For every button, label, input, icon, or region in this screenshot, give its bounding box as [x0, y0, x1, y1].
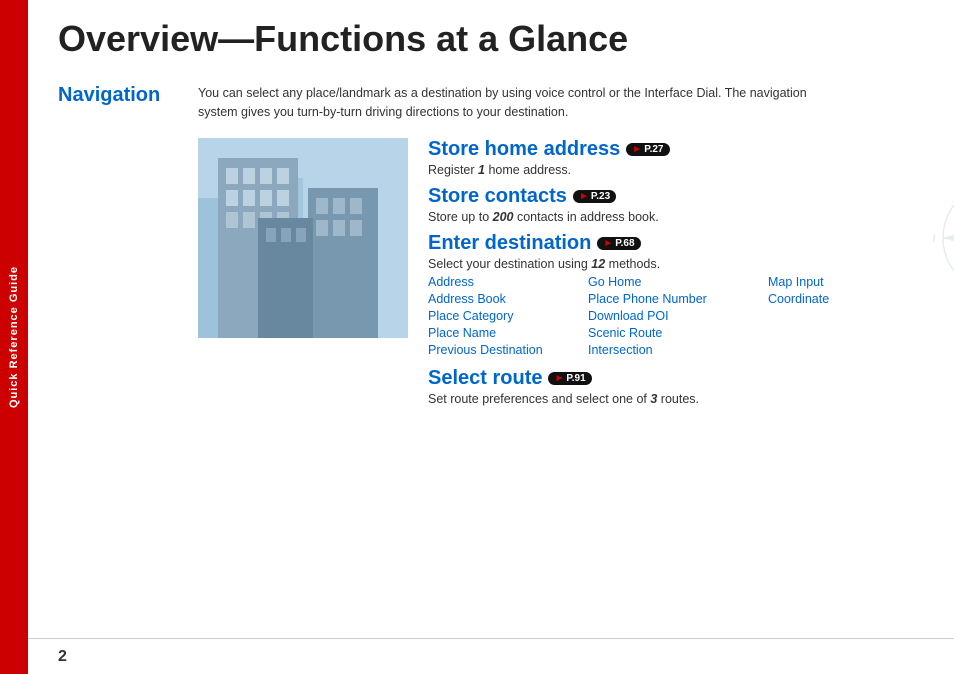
navigation-label: Navigation	[58, 84, 188, 107]
method-place-category[interactable]: Place Category	[428, 309, 588, 323]
method-map-input[interactable]: Map Input	[768, 275, 908, 289]
store-contacts-badge: ► P.23	[573, 190, 616, 203]
select-route-badge: ► P.91	[548, 372, 591, 385]
building-image	[198, 138, 408, 338]
enter-destination-title: Enter destination ► P.68	[428, 232, 908, 255]
enter-destination-badge: ► P.68	[597, 237, 640, 250]
page-footer: 2	[28, 638, 954, 674]
store-home-block: Store home address ► P.27 Register 1 hom…	[428, 138, 908, 177]
main-right-content: You can select any place/landmark as a d…	[188, 70, 954, 638]
method-intersection[interactable]: Intersection	[588, 343, 768, 357]
methods-grid: Address Go Home Map Input Address Book P…	[428, 275, 908, 357]
section-label-col: Navigation	[58, 70, 188, 638]
store-home-badge: ► P.27	[626, 143, 669, 156]
select-route-block: Select route ► P.91 Set route preference…	[428, 367, 908, 406]
method-address[interactable]: Address	[428, 275, 588, 289]
store-contacts-desc: Store up to 200 contacts in address book…	[428, 210, 908, 224]
method-place-name[interactable]: Place Name	[428, 326, 588, 340]
store-home-desc: Register 1 home address.	[428, 163, 908, 177]
main-content-area: Overview—Functions at a Glance Navigatio…	[28, 0, 954, 674]
method-previous-destination[interactable]: Previous Destination	[428, 343, 588, 357]
page-number: 2	[58, 648, 67, 666]
intro-text: You can select any place/landmark as a d…	[198, 84, 818, 122]
method-scenic-route[interactable]: Scenic Route	[588, 326, 768, 340]
content-body: Navigation You can select any place/land…	[28, 70, 954, 638]
method-download-poi[interactable]: Download POI	[588, 309, 768, 323]
method-coordinate[interactable]: Coordinate	[768, 292, 908, 306]
compass-area: S E W W	[928, 138, 954, 348]
enter-destination-block: Enter destination ► P.68 Select your des…	[428, 232, 908, 357]
page-title: Overview—Functions at a Glance	[28, 0, 954, 70]
svg-text:W: W	[933, 232, 936, 246]
image-features-row: Store home address ► P.27 Register 1 hom…	[198, 138, 954, 414]
side-tab-label: Quick Reference Guide	[8, 266, 20, 408]
store-contacts-title: Store contacts ► P.23	[428, 185, 908, 208]
side-tab: Quick Reference Guide	[0, 0, 28, 674]
features-content: Store home address ► P.27 Register 1 hom…	[428, 138, 908, 414]
store-home-title: Store home address ► P.27	[428, 138, 908, 161]
method-address-book[interactable]: Address Book	[428, 292, 588, 306]
method-go-home[interactable]: Go Home	[588, 275, 768, 289]
method-place-phone[interactable]: Place Phone Number	[588, 292, 768, 306]
select-route-desc: Set route preferences and select one of …	[428, 392, 908, 406]
enter-destination-desc: Select your destination using 12 methods…	[428, 257, 908, 271]
store-contacts-block: Store contacts ► P.23 Store up to 200 co…	[428, 185, 908, 224]
select-route-title: Select route ► P.91	[428, 367, 908, 390]
